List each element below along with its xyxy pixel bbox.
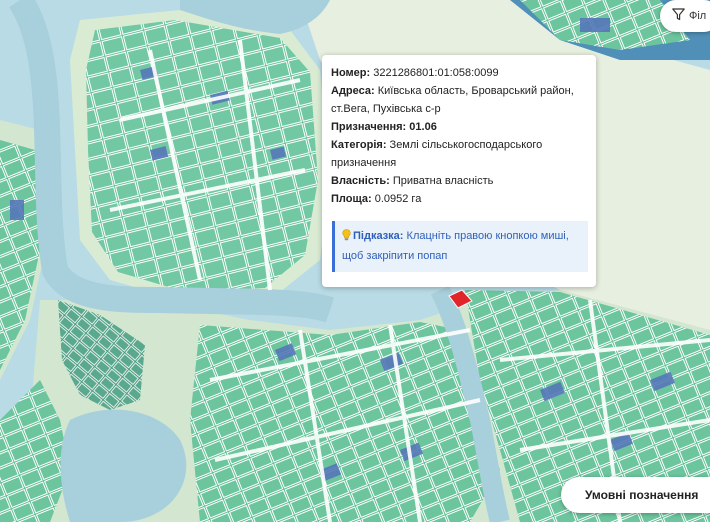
parcel-info-popup: Номер: 3221286801:01:058:0099 Адреса: Ки… (322, 55, 596, 287)
ownership-value: Приватна власність (392, 175, 494, 187)
popup-row-address: Адреса: Київська область, Броварський ра… (331, 82, 588, 118)
popup-row-number: Номер: 3221286801:01:058:0099 (331, 64, 588, 82)
funnel-icon (672, 8, 685, 24)
filter-button[interactable]: Філ (660, 0, 710, 32)
ownership-label: Власність: (331, 175, 390, 187)
parcels-small-west[interactable] (95, 188, 132, 242)
area-value: 0.0952 га (374, 193, 422, 205)
address-label: Адреса: (331, 85, 375, 97)
popup-row-area: Площа: 0.0952 га (331, 190, 588, 208)
legend-button-label: Умовні позначення (585, 488, 699, 502)
area-label: Площа: (331, 193, 372, 205)
hint-label: Підказка: (353, 230, 404, 242)
purpose-label: Призначення: (331, 121, 407, 133)
hint-box: Підказка: Клацніть правою кнопкою миші, … (332, 221, 588, 272)
popup-row-purpose: Призначення: 01.06 (331, 118, 588, 136)
purpose-value: 01.06 (409, 121, 437, 133)
legend-button[interactable]: Умовні позначення › (561, 477, 710, 513)
popup-row-category: Категорія: Землі сільськогосподарського … (331, 136, 588, 172)
number-label: Номер: (331, 67, 371, 79)
popup-row-ownership: Власність: Приватна власність (331, 172, 588, 190)
category-label: Категорія: (331, 139, 387, 151)
filter-button-label: Філ (689, 10, 707, 22)
number-value: 3221286801:01:058:0099 (373, 67, 499, 79)
lightbulb-icon (342, 229, 351, 247)
